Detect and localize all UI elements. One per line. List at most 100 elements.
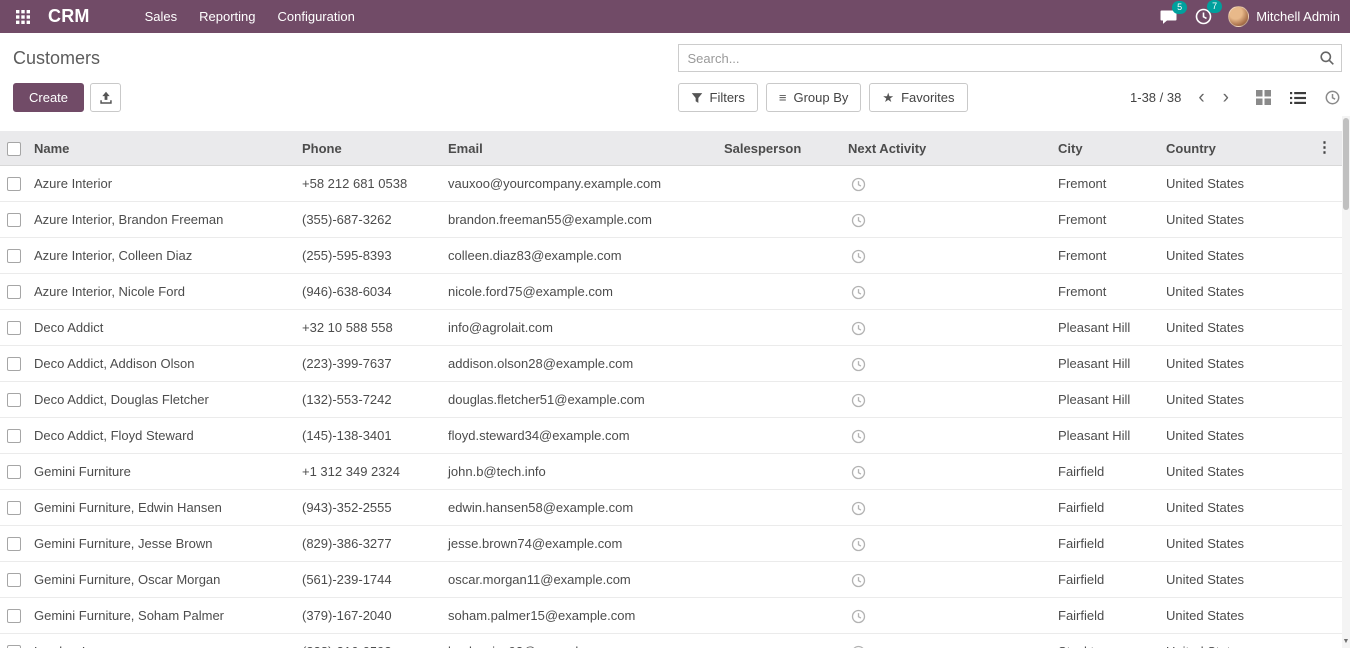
cell-city[interactable]: Fairfield xyxy=(1054,562,1162,598)
messages-button[interactable]: 5 xyxy=(1158,7,1179,27)
cell-country[interactable]: United States xyxy=(1162,238,1268,274)
cell-phone[interactable]: (946)-638-6034 xyxy=(298,274,444,310)
cell-email[interactable]: lumber-inv92@example.com xyxy=(444,634,720,648)
cell-city[interactable]: Fremont xyxy=(1054,238,1162,274)
cell-email[interactable]: brandon.freeman55@example.com xyxy=(444,202,720,238)
cell-country[interactable]: United States xyxy=(1162,310,1268,346)
table-row[interactable]: Azure Interior+58 212 681 0538vauxoo@you… xyxy=(0,166,1342,202)
cell-salesperson[interactable] xyxy=(720,274,844,310)
menu-configuration[interactable]: Configuration xyxy=(267,3,366,30)
cell-email[interactable]: info@agrolait.com xyxy=(444,310,720,346)
row-checkbox[interactable] xyxy=(7,537,21,551)
cell-city[interactable]: Pleasant Hill xyxy=(1054,346,1162,382)
scrollbar-thumb[interactable] xyxy=(1343,118,1349,210)
cell-next-activity[interactable] xyxy=(844,526,1054,562)
cell-city[interactable]: Stockton xyxy=(1054,634,1162,648)
cell-next-activity[interactable] xyxy=(844,490,1054,526)
cell-country[interactable]: United States xyxy=(1162,382,1268,418)
cell-next-activity[interactable] xyxy=(844,634,1054,648)
cell-phone[interactable]: (561)-239-1744 xyxy=(298,562,444,598)
cell-next-activity[interactable] xyxy=(844,346,1054,382)
user-menu[interactable]: Mitchell Admin xyxy=(1228,4,1340,29)
favorites-button[interactable]: ★ Favorites xyxy=(869,83,967,112)
cell-country[interactable]: United States xyxy=(1162,562,1268,598)
list-view-button[interactable] xyxy=(1288,89,1308,107)
cell-country[interactable]: United States xyxy=(1162,166,1268,202)
row-checkbox[interactable] xyxy=(7,429,21,443)
cell-phone[interactable]: (355)-687-3262 xyxy=(298,202,444,238)
filters-button[interactable]: Filters xyxy=(678,83,758,112)
cell-name[interactable]: Deco Addict xyxy=(30,310,298,346)
cell-name[interactable]: Gemini Furniture xyxy=(30,454,298,490)
cell-email[interactable]: oscar.morgan11@example.com xyxy=(444,562,720,598)
cell-email[interactable]: nicole.ford75@example.com xyxy=(444,274,720,310)
table-row[interactable]: Deco Addict, Douglas Fletcher(132)-553-7… xyxy=(0,382,1342,418)
row-checkbox[interactable] xyxy=(7,177,21,191)
row-checkbox[interactable] xyxy=(7,213,21,227)
cell-country[interactable]: United States xyxy=(1162,598,1268,634)
cell-country[interactable]: United States xyxy=(1162,346,1268,382)
cell-email[interactable]: jesse.brown74@example.com xyxy=(444,526,720,562)
table-row[interactable]: Deco Addict, Addison Olson(223)-399-7637… xyxy=(0,346,1342,382)
cell-email[interactable]: addison.olson28@example.com xyxy=(444,346,720,382)
cell-email[interactable]: vauxoo@yourcompany.example.com xyxy=(444,166,720,202)
cell-phone[interactable]: (132)-553-7242 xyxy=(298,382,444,418)
cell-city[interactable]: Pleasant Hill xyxy=(1054,310,1162,346)
column-header-city[interactable]: City xyxy=(1054,131,1162,166)
table-row[interactable]: Gemini Furniture, Oscar Morgan(561)-239-… xyxy=(0,562,1342,598)
search-input[interactable] xyxy=(678,44,1343,72)
activity-view-button[interactable] xyxy=(1323,88,1342,107)
cell-name[interactable]: Gemini Furniture, Oscar Morgan xyxy=(30,562,298,598)
cell-name[interactable]: Deco Addict, Floyd Steward xyxy=(30,418,298,454)
cell-name[interactable]: Azure Interior, Colleen Diaz xyxy=(30,238,298,274)
cell-next-activity[interactable] xyxy=(844,310,1054,346)
cell-email[interactable]: douglas.fletcher51@example.com xyxy=(444,382,720,418)
cell-salesperson[interactable] xyxy=(720,454,844,490)
cell-name[interactable]: Azure Interior, Nicole Ford xyxy=(30,274,298,310)
cell-phone[interactable]: +1 312 349 2324 xyxy=(298,454,444,490)
table-row[interactable]: Azure Interior, Nicole Ford(946)-638-603… xyxy=(0,274,1342,310)
table-row[interactable]: Lumber Inc(828)-316-0593lumber-inv92@exa… xyxy=(0,634,1342,648)
row-checkbox[interactable] xyxy=(7,465,21,479)
cell-salesperson[interactable] xyxy=(720,310,844,346)
search-icon[interactable] xyxy=(1319,50,1335,71)
cell-city[interactable]: Fairfield xyxy=(1054,454,1162,490)
column-header-salesperson[interactable]: Salesperson xyxy=(720,131,844,166)
cell-phone[interactable]: (145)-138-3401 xyxy=(298,418,444,454)
cell-phone[interactable]: (828)-316-0593 xyxy=(298,634,444,648)
cell-next-activity[interactable] xyxy=(844,202,1054,238)
cell-phone[interactable]: (223)-399-7637 xyxy=(298,346,444,382)
row-checkbox[interactable] xyxy=(7,573,21,587)
column-header-phone[interactable]: Phone xyxy=(298,131,444,166)
pager-previous-button[interactable]: ‹ xyxy=(1191,88,1211,107)
cell-name[interactable]: Azure Interior xyxy=(30,166,298,202)
cell-name[interactable]: Lumber Inc xyxy=(30,634,298,648)
cell-city[interactable]: Pleasant Hill xyxy=(1054,418,1162,454)
cell-salesperson[interactable] xyxy=(720,490,844,526)
cell-next-activity[interactable] xyxy=(844,454,1054,490)
cell-email[interactable]: floyd.steward34@example.com xyxy=(444,418,720,454)
cell-salesperson[interactable] xyxy=(720,238,844,274)
cell-city[interactable]: Fairfield xyxy=(1054,490,1162,526)
scroll-down-arrow-icon[interactable]: ▼ xyxy=(1342,635,1350,648)
row-checkbox[interactable] xyxy=(7,501,21,515)
cell-salesperson[interactable] xyxy=(720,202,844,238)
cell-email[interactable]: soham.palmer15@example.com xyxy=(444,598,720,634)
row-checkbox[interactable] xyxy=(7,321,21,335)
kanban-view-button[interactable] xyxy=(1254,88,1273,107)
cell-next-activity[interactable] xyxy=(844,166,1054,202)
row-checkbox[interactable] xyxy=(7,357,21,371)
cell-salesperson[interactable] xyxy=(720,346,844,382)
cell-name[interactable]: Deco Addict, Addison Olson xyxy=(30,346,298,382)
row-checkbox[interactable] xyxy=(7,285,21,299)
cell-country[interactable]: United States xyxy=(1162,454,1268,490)
cell-city[interactable]: Fairfield xyxy=(1054,598,1162,634)
cell-email[interactable]: john.b@tech.info xyxy=(444,454,720,490)
cell-phone[interactable]: (829)-386-3277 xyxy=(298,526,444,562)
table-row[interactable]: Gemini Furniture+1 312 349 2324john.b@te… xyxy=(0,454,1342,490)
cell-salesperson[interactable] xyxy=(720,382,844,418)
cell-name[interactable]: Gemini Furniture, Soham Palmer xyxy=(30,598,298,634)
apps-menu-button[interactable] xyxy=(10,6,36,28)
table-row[interactable]: Gemini Furniture, Jesse Brown(829)-386-3… xyxy=(0,526,1342,562)
cell-email[interactable]: colleen.diaz83@example.com xyxy=(444,238,720,274)
